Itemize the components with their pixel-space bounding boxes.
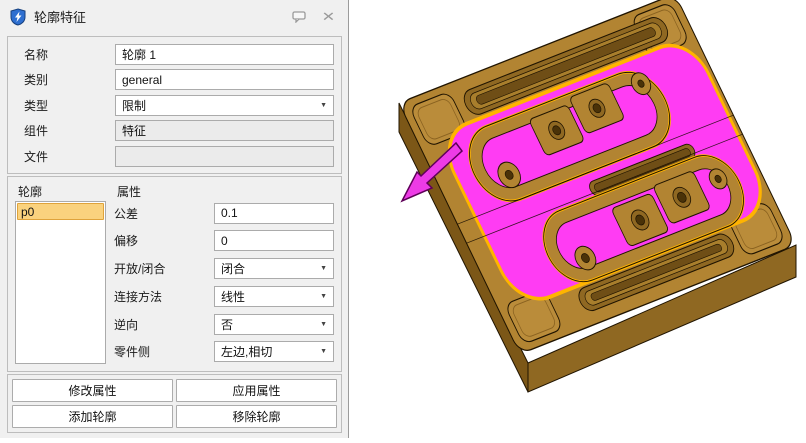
type-select-value: 限制 [122, 97, 146, 114]
contour-attributes-group: 轮廓 属性 p0 公差 0.1 偏移 0 开放/闭合 闭合 [7, 176, 342, 372]
offset-input[interactable]: 0 [214, 230, 334, 251]
type-select[interactable]: 限制 ▼ [115, 95, 334, 116]
contour-feature-dialog: 轮廓特征 ✕ 名称 轮廓 1 类别 general 类型 限制 ▼ 组件 [0, 0, 349, 438]
offset-row: 偏移 0 [114, 229, 334, 253]
part-side-value: 左边,相切 [221, 343, 272, 360]
reverse-select[interactable]: 否 ▼ [214, 314, 334, 335]
dropdown-arrow-icon: ▼ [320, 348, 327, 355]
contour-section-label: 轮廓 [15, 183, 117, 200]
part-side-row: 零件侧 左边,相切 ▼ [114, 340, 334, 364]
apply-attributes-button[interactable]: 应用属性 [176, 379, 337, 402]
file-row: 文件 [15, 144, 334, 168]
3d-viewport[interactable] [349, 0, 806, 438]
file-label: 文件 [15, 148, 115, 165]
open-closed-select[interactable]: 闭合 ▼ [214, 258, 334, 279]
component-row: 组件 特征 [15, 119, 334, 143]
name-input[interactable]: 轮廓 1 [115, 44, 334, 65]
dialog-title: 轮廓特征 [34, 7, 281, 26]
reverse-row: 逆向 否 ▼ [114, 312, 334, 336]
part-side-label: 零件侧 [114, 343, 214, 360]
name-row: 名称 轮廓 1 [15, 42, 334, 66]
tolerance-row: 公差 0.1 [114, 201, 334, 225]
attributes-section-label: 属性 [117, 183, 141, 200]
type-row: 类型 限制 ▼ [15, 93, 334, 117]
offset-label: 偏移 [114, 232, 214, 249]
name-label: 名称 [15, 46, 115, 63]
open-closed-value: 闭合 [221, 260, 245, 277]
category-label: 类别 [15, 71, 115, 88]
connection-method-value: 线性 [221, 288, 245, 305]
tolerance-label: 公差 [114, 205, 214, 222]
file-field [115, 146, 334, 167]
category-row: 类别 general [15, 68, 334, 92]
open-closed-label: 开放/闭合 [114, 260, 214, 277]
close-icon[interactable]: ✕ [317, 8, 339, 26]
action-buttons-group: 修改属性 应用属性 添加轮廓 移除轮廓 [7, 374, 342, 433]
dropdown-arrow-icon: ▼ [320, 265, 327, 272]
contour-list[interactable]: p0 [15, 201, 106, 364]
connection-method-select[interactable]: 线性 ▼ [214, 286, 334, 307]
connection-method-row: 连接方法 线性 ▼ [114, 284, 334, 308]
modify-attributes-button[interactable]: 修改属性 [12, 379, 173, 402]
component-label: 组件 [15, 122, 115, 139]
connection-method-label: 连接方法 [114, 288, 214, 305]
comment-icon[interactable] [288, 8, 310, 26]
add-contour-button[interactable]: 添加轮廓 [12, 405, 173, 428]
dropdown-arrow-icon: ▼ [320, 321, 327, 328]
dropdown-arrow-icon: ▼ [320, 102, 327, 109]
cad-model-mold-plate [349, 0, 806, 438]
remove-contour-button[interactable]: 移除轮廓 [176, 405, 337, 428]
tolerance-input[interactable]: 0.1 [214, 203, 334, 224]
open-closed-row: 开放/闭合 闭合 ▼ [114, 257, 334, 281]
dialog-titlebar[interactable]: 轮廓特征 ✕ [0, 0, 348, 33]
dropdown-arrow-icon: ▼ [320, 293, 327, 300]
type-label: 类型 [15, 97, 115, 114]
contour-list-item-p0[interactable]: p0 [17, 203, 104, 220]
part-side-select[interactable]: 左边,相切 ▼ [214, 341, 334, 362]
feature-icon [9, 8, 27, 26]
component-field: 特征 [115, 120, 334, 141]
category-input[interactable]: general [115, 69, 334, 90]
reverse-value: 否 [221, 316, 233, 333]
general-fields-group: 名称 轮廓 1 类别 general 类型 限制 ▼ 组件 特征 文件 [7, 36, 342, 174]
reverse-label: 逆向 [114, 316, 214, 333]
